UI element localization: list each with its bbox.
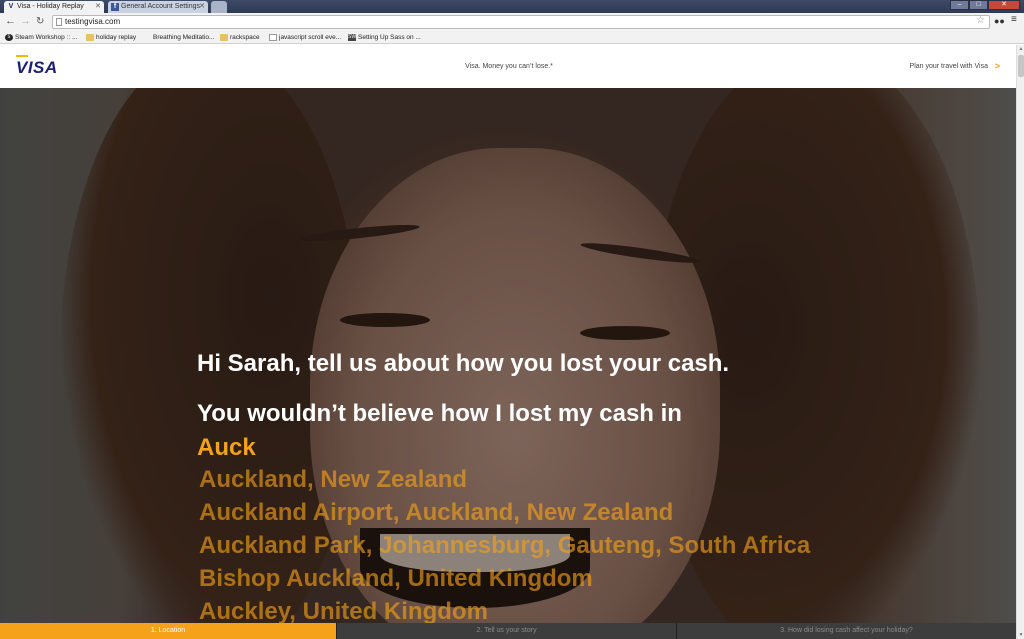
scrollbar-thumb[interactable] <box>1018 55 1024 77</box>
suggestion-item[interactable]: Auckland Airport, Auckland, New Zealand <box>199 498 810 531</box>
tab-general-account-settings[interactable]: f General Account Settings ✕ <box>108 1 208 13</box>
incognito-icon: ●● <box>994 16 1005 26</box>
suggestion-item[interactable]: Bishop Auckland, United Kingdom <box>199 564 810 597</box>
bookmark-label: javascript scroll eve... <box>279 34 342 41</box>
sitepoint-icon: SW <box>348 34 357 41</box>
suggestion-item[interactable]: Auckland, New Zealand <box>199 465 810 498</box>
location-input[interactable]: Auck <box>197 434 256 462</box>
visa-favicon-icon: V <box>8 3 14 10</box>
page-scrollbar[interactable]: ▲ ▼ <box>1016 45 1024 639</box>
bookmark-rackspace[interactable]: rackspace <box>220 32 260 43</box>
lost-cash-prompt: You wouldn’t believe how I lost my cash … <box>197 400 682 427</box>
reload-icon[interactable]: ↻ <box>36 15 44 28</box>
progress-steps: 1. Location 2. Tell us your story 3. How… <box>0 623 1016 639</box>
back-arrow-icon[interactable]: ← <box>5 15 16 28</box>
bookmark-setting-up-sass[interactable]: SW Setting Up Sass on ... <box>348 32 421 43</box>
bookmark-breathing-meditation[interactable]: Breathing Meditatio... <box>143 32 214 43</box>
browser-toolbar: ← → ↻ testingvisa.com ☆ ●● ≡ <box>0 13 1024 31</box>
facebook-favicon-icon: f <box>111 3 119 11</box>
bookmark-label: Setting Up Sass on ... <box>358 34 421 41</box>
folder-icon <box>86 34 94 41</box>
bookmark-label: rackspace <box>230 34 260 41</box>
chevron-right-icon[interactable]: > <box>995 61 1000 71</box>
scroll-down-icon[interactable]: ▼ <box>1017 632 1024 638</box>
url-text: testingvisa.com <box>65 17 121 26</box>
step-location[interactable]: 1. Location <box>0 623 337 639</box>
tab-title: Visa - Holiday Replay <box>17 3 84 10</box>
tab-visa-holiday-replay[interactable]: V Visa - Holiday Replay ✕ <box>4 1 104 13</box>
minimize-icon[interactable]: – <box>950 0 969 10</box>
step-tell-story[interactable]: 2. Tell us your story <box>337 623 677 639</box>
steam-icon: s <box>5 34 13 41</box>
bookmark-label: holiday replay <box>96 34 137 41</box>
close-window-icon[interactable]: ✕ <box>988 0 1020 10</box>
menu-icon[interactable]: ≡ <box>1011 14 1017 25</box>
browser-tab-strip: V Visa - Holiday Replay ✕ f General Acco… <box>0 0 1024 13</box>
greeting-heading: Hi Sarah, tell us about how you lost you… <box>197 350 730 377</box>
tagline: Visa. Money you can’t lose.* <box>465 63 553 70</box>
plan-travel-link[interactable]: Plan your travel with Visa <box>910 63 988 70</box>
bookmark-star-icon[interactable]: ☆ <box>976 15 985 27</box>
forward-arrow-icon[interactable]: → <box>20 15 31 28</box>
page-icon <box>56 18 62 26</box>
folder-icon <box>220 34 228 41</box>
bookmark-holiday-replay[interactable]: holiday replay <box>86 32 136 43</box>
address-bar[interactable]: testingvisa.com ☆ <box>52 15 990 29</box>
bookmark-javascript-scroll[interactable]: javascript scroll eve... <box>269 32 341 43</box>
tab-title: General Account Settings <box>121 3 200 10</box>
step-holiday-impact[interactable]: 3. How did losing cash affect your holid… <box>677 623 1016 639</box>
close-tab-icon[interactable]: ✕ <box>95 1 101 13</box>
bookmark-label: Steam Workshop :: ... <box>15 34 78 41</box>
new-tab-button[interactable] <box>211 1 227 13</box>
window-controls: – □ ✕ <box>950 0 1020 11</box>
bookmarks-bar: s Steam Workshop :: ... holiday replay B… <box>0 31 1024 44</box>
suggestion-item[interactable]: Auckland Park, Johannesburg, Gauteng, So… <box>199 531 810 564</box>
bookmark-label: Breathing Meditatio... <box>153 34 215 41</box>
site-header: VISA Visa. Money you can’t lose.* Plan y… <box>2 45 1016 88</box>
location-suggestions: Auckland, New Zealand Auckland Airport, … <box>199 465 810 630</box>
maximize-icon[interactable]: □ <box>969 0 988 10</box>
close-tab-icon[interactable]: ✕ <box>199 1 205 13</box>
bookmark-steam-workshop[interactable]: s Steam Workshop :: ... <box>5 32 77 43</box>
scroll-up-icon[interactable]: ▲ <box>1017 46 1024 52</box>
page-icon <box>269 34 277 41</box>
page-icon <box>143 34 151 41</box>
